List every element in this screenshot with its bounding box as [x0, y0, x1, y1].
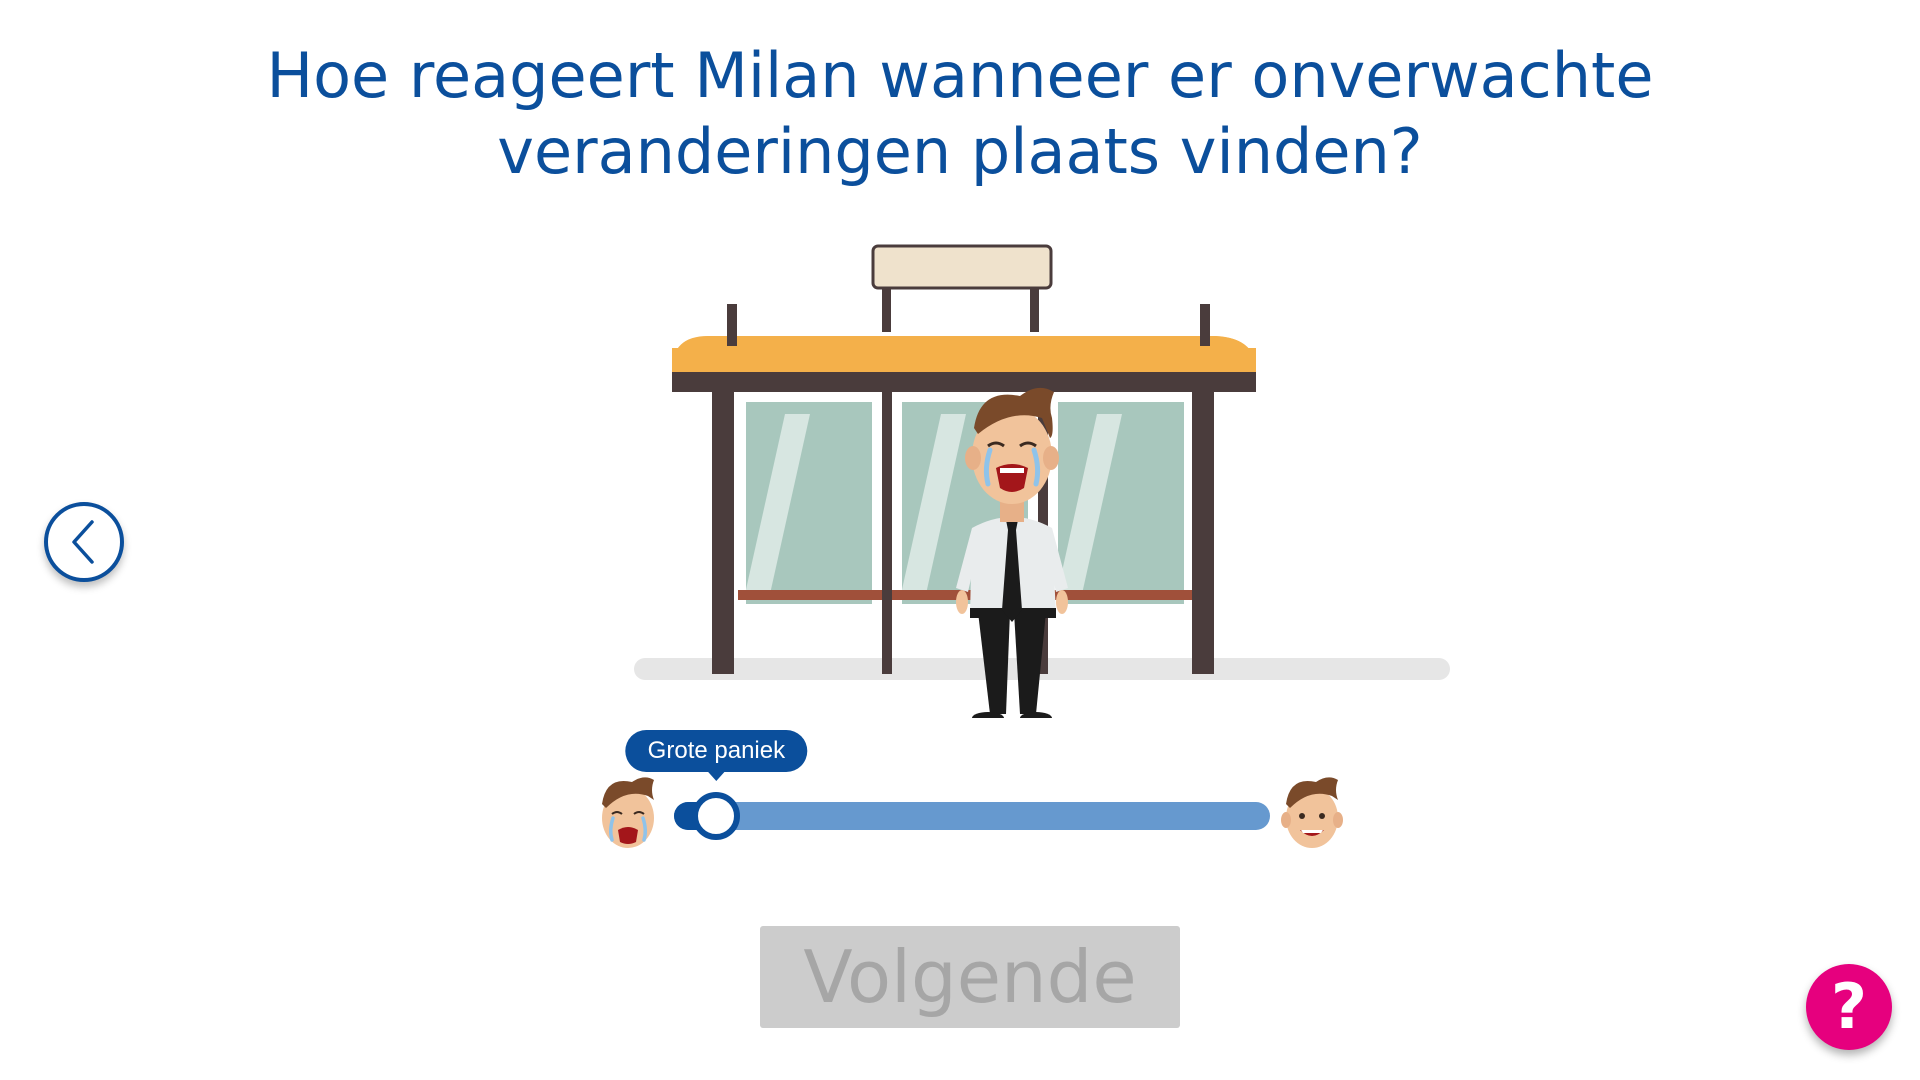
back-button[interactable]	[44, 502, 124, 582]
sign-board	[871, 244, 1053, 290]
shelter-post-right	[1192, 392, 1214, 674]
mood-slider: Grote paniek	[590, 730, 1350, 850]
question-line-1: Hoe reageert Milan wanneer er onverwacht…	[266, 39, 1654, 112]
roof-beam	[672, 372, 1256, 392]
sign-post-left	[882, 286, 891, 332]
smiling-face-icon	[1281, 777, 1343, 848]
bus-stop-illustration	[634, 244, 1450, 718]
screen: Hoe reageert Milan wanneer er onverwacht…	[0, 0, 1920, 1080]
shelter-post-left	[712, 392, 734, 674]
shelter-post-mid-1	[882, 392, 892, 674]
sign-post-right	[1030, 286, 1039, 332]
slider-value-tooltip: Grote paniek	[625, 730, 808, 781]
crying-face-icon	[602, 777, 654, 848]
slider-thumb[interactable]	[692, 792, 741, 840]
next-button[interactable]: Volgende	[760, 926, 1180, 1028]
chevron-left-icon	[72, 520, 94, 564]
question-title: Hoe reageert Milan wanneer er onverwacht…	[160, 38, 1760, 190]
slider-track[interactable]	[674, 802, 1270, 830]
help-button[interactable]: ?	[1806, 964, 1892, 1050]
question-line-2: veranderingen plaats vinden?	[497, 115, 1423, 188]
